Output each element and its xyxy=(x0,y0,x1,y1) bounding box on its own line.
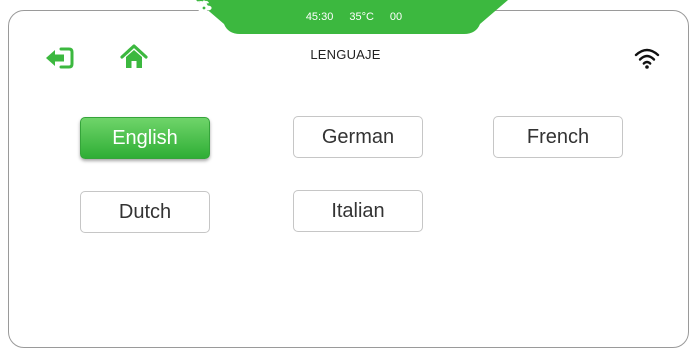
language-button-english[interactable]: English xyxy=(80,117,210,159)
language-label: Italian xyxy=(331,199,385,222)
fan-value: 00 xyxy=(389,11,403,23)
language-label: Dutch xyxy=(118,200,172,223)
wifi-icon xyxy=(634,48,660,69)
language-label: French xyxy=(526,125,590,148)
temperature-value: 35°C xyxy=(349,11,374,23)
timer-status: 45:30 xyxy=(196,0,334,23)
page-title: LENGUAJE xyxy=(310,47,381,62)
status-bar: 45:30 35°C 00 xyxy=(196,0,508,34)
temperature-status: 35°C xyxy=(198,0,374,23)
fan-status: 00 xyxy=(196,0,403,23)
language-label: English xyxy=(112,126,178,149)
wifi-status[interactable] xyxy=(633,46,661,75)
timer-value: 45:30 xyxy=(305,11,334,23)
language-label: German xyxy=(321,125,395,148)
language-button-french[interactable]: French xyxy=(493,116,623,158)
language-button-dutch[interactable]: Dutch xyxy=(80,191,210,233)
language-button-italian[interactable]: Italian xyxy=(293,190,423,232)
language-button-german[interactable]: German xyxy=(293,116,423,158)
